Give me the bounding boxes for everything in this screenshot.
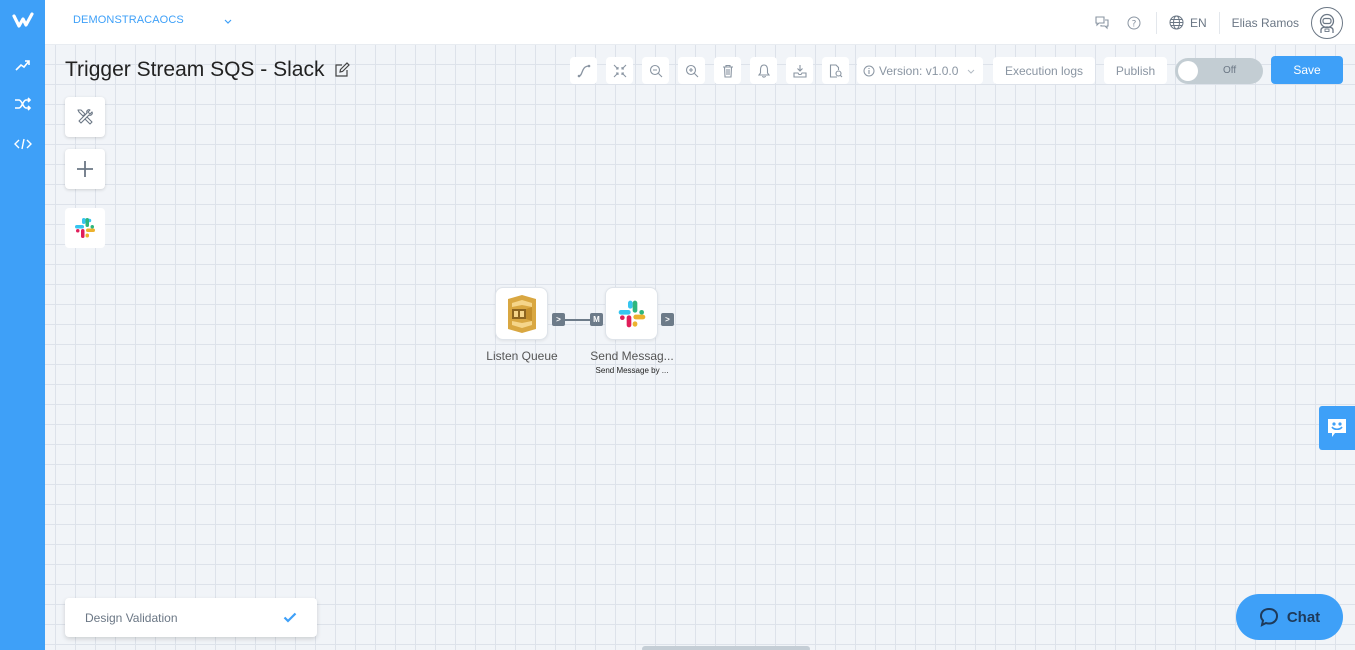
node-output-port[interactable]: > — [661, 313, 674, 326]
add-node-button[interactable] — [65, 149, 105, 189]
tools-button[interactable] — [65, 97, 105, 137]
chat-bubbles-icon[interactable] — [1092, 13, 1112, 33]
chat-label: Chat — [1287, 609, 1320, 626]
plus-icon — [76, 160, 94, 178]
slack-icon — [616, 298, 648, 330]
flow-node-listen-queue[interactable] — [495, 287, 548, 340]
toggle-knob — [1178, 61, 1198, 81]
delete-button[interactable] — [714, 57, 741, 84]
astronaut-avatar[interactable] — [1311, 7, 1343, 39]
language-label: EN — [1190, 16, 1207, 30]
header-divider — [1156, 12, 1157, 34]
smiley-chat-icon — [1325, 416, 1349, 440]
header-divider — [1219, 12, 1220, 34]
sidebar-logo[interactable] — [0, 6, 45, 36]
info-icon — [863, 65, 875, 77]
aws-sqs-icon — [504, 295, 540, 333]
flow-connection[interactable] — [565, 319, 590, 321]
save-button[interactable]: Save — [1271, 56, 1343, 84]
user-name[interactable]: Elias Ramos — [1232, 16, 1299, 30]
node-input-port[interactable]: M — [590, 313, 603, 326]
publish-button[interactable]: Publish — [1104, 57, 1167, 84]
notifications-button[interactable] — [750, 57, 777, 84]
import-button[interactable] — [786, 57, 813, 84]
help-icon[interactable]: ? — [1124, 13, 1144, 33]
fit-view-icon — [613, 64, 627, 78]
code-icon — [14, 138, 32, 150]
chevron-down-icon — [966, 66, 976, 76]
design-validation-label: Design Validation — [85, 611, 178, 625]
execution-logs-button[interactable]: Execution logs — [993, 57, 1095, 84]
flow-title-text: Trigger Stream SQS - Slack — [65, 58, 324, 82]
design-validation-panel[interactable]: Design Validation — [65, 598, 317, 637]
flow-title: Trigger Stream SQS - Slack — [65, 58, 351, 82]
edit-icon[interactable] — [334, 62, 351, 78]
slack-icon — [73, 216, 97, 240]
header-actions: ? EN Elias Ramos — [1092, 0, 1355, 45]
document-search-icon — [829, 64, 843, 78]
bell-icon — [758, 64, 770, 78]
fit-view-button[interactable] — [606, 57, 633, 84]
connector-style-button[interactable] — [570, 57, 597, 84]
trash-icon — [722, 64, 734, 78]
connector-style-icon — [577, 64, 591, 78]
sidebar-item-flows[interactable] — [0, 89, 45, 119]
zoom-in-icon — [685, 64, 699, 78]
top-bar: DEMONSTRACAOCS ? EN Elias Ramos — [45, 0, 1355, 45]
flow-canvas[interactable] — [45, 45, 1355, 650]
node-sublabel: Send Message by ... — [582, 366, 682, 375]
sidebar — [0, 0, 45, 650]
zoom-in-button[interactable] — [678, 57, 705, 84]
version-label: Version: v1.0.0 — [879, 64, 958, 78]
organization-selector[interactable]: DEMONSTRACAOCS — [73, 14, 184, 26]
chat-bubble-icon — [1259, 607, 1279, 627]
zoom-out-icon — [649, 64, 663, 78]
node-output-port[interactable]: > — [552, 313, 565, 326]
language-selector[interactable]: EN — [1169, 15, 1207, 30]
sidebar-item-code[interactable] — [0, 129, 45, 159]
toggle-label: Off — [1223, 65, 1236, 76]
zoom-out-button[interactable] — [642, 57, 669, 84]
flow-node-send-message[interactable] — [605, 287, 658, 340]
node-label: Send Messag... — [582, 349, 682, 363]
flow-active-toggle[interactable]: Off — [1175, 58, 1263, 84]
check-icon — [283, 612, 297, 623]
trend-up-icon — [15, 59, 31, 71]
shuffle-icon — [14, 97, 32, 111]
chevron-down-icon[interactable] — [223, 13, 233, 31]
feedback-widget[interactable] — [1319, 406, 1355, 450]
node-label: Listen Queue — [472, 349, 572, 363]
logo-icon — [12, 12, 34, 30]
svg-text:?: ? — [1132, 19, 1137, 29]
globe-icon — [1169, 15, 1184, 30]
slack-tool-button[interactable] — [65, 208, 105, 248]
version-selector[interactable]: Version: v1.0.0 — [857, 57, 983, 84]
horizontal-scrollbar[interactable] — [642, 646, 810, 650]
document-search-button[interactable] — [822, 57, 849, 84]
tools-icon — [76, 108, 94, 126]
chat-button[interactable]: Chat — [1236, 594, 1343, 640]
sidebar-item-analytics[interactable] — [0, 50, 45, 80]
import-icon — [793, 64, 807, 78]
